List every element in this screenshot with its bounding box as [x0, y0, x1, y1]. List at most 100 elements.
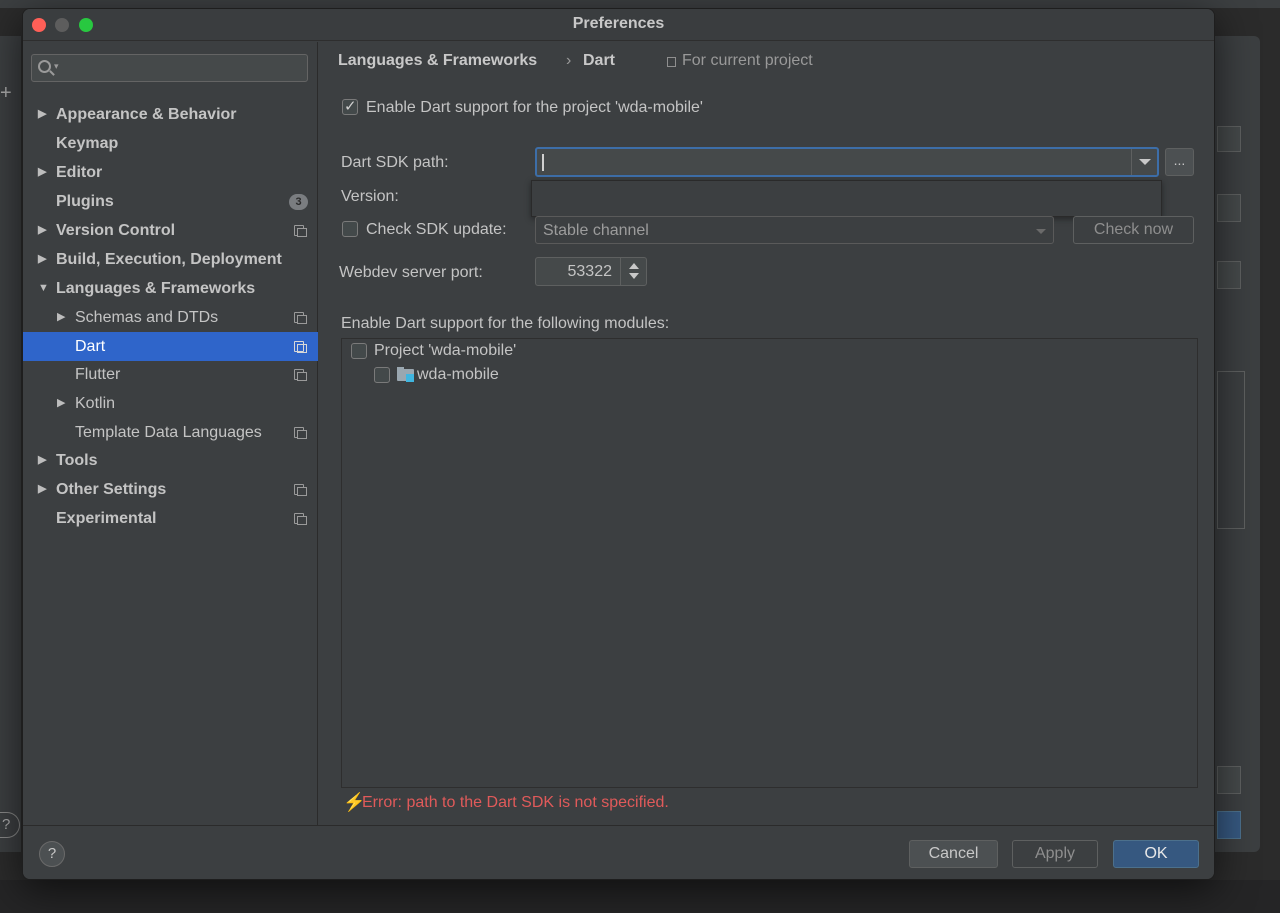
sidebar-item-label: Flutter	[75, 366, 121, 383]
project-scope-icon	[667, 57, 676, 67]
sidebar-item-dart[interactable]: Dart	[23, 332, 318, 361]
expand-arrow-icon[interactable]: ▶	[38, 100, 46, 129]
check-now-button[interactable]: Check now	[1073, 216, 1194, 244]
project-level-icon	[294, 341, 307, 353]
sidebar-item-keymap[interactable]: Keymap	[23, 129, 318, 158]
expand-arrow-icon[interactable]: ▶	[57, 389, 65, 418]
ok-button[interactable]: OK	[1113, 840, 1199, 868]
check-sdk-update-checkbox[interactable]	[342, 221, 358, 237]
sidebar-item-label: Template Data Languages	[75, 424, 262, 441]
sidebar-item-version-control[interactable]: ▶ Version Control	[23, 216, 318, 245]
browse-sdk-button[interactable]: ...	[1165, 148, 1194, 176]
webdev-port-spinner[interactable]: 53322	[535, 257, 647, 286]
increment-icon[interactable]	[629, 263, 639, 269]
background-ide-statusbar	[0, 880, 1280, 913]
sidebar-item-tools[interactable]: ▶ Tools	[23, 446, 318, 475]
modules-tree[interactable]: Project 'wda-mobile' wda-mobile	[341, 338, 1198, 788]
background-primary-button	[1217, 811, 1241, 839]
breadcrumb-separator: ›	[566, 52, 572, 69]
help-button[interactable]: ?	[39, 841, 65, 867]
preferences-dialog: Preferences ▾ ▶ Appearance & Behavior Ke…	[22, 8, 1215, 880]
dialog-footer: ? Cancel Apply OK	[23, 825, 1214, 879]
sidebar-item-other-settings[interactable]: ▶ Other Settings	[23, 475, 318, 504]
modules-label: Enable Dart support for the following mo…	[341, 315, 670, 332]
title-bar: Preferences	[23, 9, 1214, 41]
plugins-update-count-badge: 3	[289, 194, 308, 210]
breadcrumb-parent[interactable]: Languages & Frameworks	[338, 52, 537, 70]
sidebar-item-label: Other Settings	[56, 481, 167, 498]
background-ide-toolbar	[0, 0, 1280, 8]
module-folder-icon	[397, 367, 414, 382]
sidebar-item-label: Schemas and DTDs	[75, 309, 219, 326]
expand-arrow-icon[interactable]: ▶	[38, 216, 46, 245]
background-ide-left-panel	[0, 36, 22, 852]
apply-button[interactable]: Apply	[1012, 840, 1098, 868]
collapse-arrow-icon[interactable]: ▼	[38, 274, 49, 303]
sidebar-item-build-execution-deployment[interactable]: ▶ Build, Execution, Deployment	[23, 245, 318, 274]
webdev-port-value: 53322	[567, 263, 613, 280]
search-icon	[38, 60, 51, 73]
sidebar-item-experimental[interactable]: Experimental	[23, 504, 318, 533]
update-channel-value: Stable channel	[543, 222, 649, 239]
sidebar-item-label: Editor	[56, 164, 103, 181]
project-level-icon	[294, 427, 307, 439]
sidebar-item-label: Build, Execution, Deployment	[56, 251, 282, 268]
background-button	[1217, 766, 1241, 794]
expand-arrow-icon[interactable]: ▶	[38, 446, 46, 475]
sdk-path-dropdown-icon[interactable]	[1131, 149, 1157, 175]
module-checkbox[interactable]	[374, 367, 390, 383]
sidebar-item-label: Kotlin	[75, 395, 116, 412]
sidebar-item-flutter[interactable]: Flutter	[23, 360, 318, 389]
enable-dart-label[interactable]: Enable Dart support for the project 'wda…	[366, 99, 703, 117]
text-cursor	[542, 154, 544, 171]
sdk-path-suggestions-popup[interactable]	[531, 180, 1162, 217]
expand-arrow-icon[interactable]: ▶	[38, 245, 46, 274]
sidebar-item-plugins[interactable]: Plugins 3	[23, 187, 318, 216]
sdk-path-label: Dart SDK path:	[341, 154, 449, 171]
sidebar-item-editor[interactable]: ▶ Editor	[23, 158, 318, 187]
version-label: Version:	[341, 188, 399, 205]
decrement-icon[interactable]	[629, 273, 639, 279]
expand-arrow-icon[interactable]: ▶	[38, 475, 46, 504]
update-channel-select[interactable]: Stable channel	[535, 216, 1054, 244]
check-sdk-update-label[interactable]: Check SDK update:	[366, 221, 507, 239]
expand-arrow-icon[interactable]: ▶	[38, 158, 46, 187]
webdev-port-label: Webdev server port:	[339, 264, 483, 281]
sidebar-item-label: Experimental	[56, 510, 157, 527]
module-label[interactable]: wda-mobile	[417, 366, 499, 384]
background-list	[1217, 371, 1245, 529]
background-field	[1217, 194, 1241, 222]
background-field	[1217, 261, 1241, 289]
project-level-icon	[294, 513, 307, 525]
sidebar-item-label: Dart	[75, 338, 106, 355]
breadcrumb-scope: For current project	[682, 52, 813, 69]
window-title: Preferences	[572, 15, 665, 32]
sidebar-item-label: Tools	[56, 452, 98, 469]
background-ide-right-panel	[1215, 36, 1260, 852]
settings-sidebar: ▾ ▶ Appearance & Behavior Keymap ▶ Edito…	[23, 42, 318, 825]
sidebar-item-languages-frameworks[interactable]: ▼ Languages & Frameworks	[23, 274, 318, 303]
expand-arrow-icon[interactable]: ▶	[57, 303, 65, 332]
search-options-icon[interactable]: ▾	[54, 61, 59, 72]
sidebar-item-label: Languages & Frameworks	[56, 280, 256, 297]
project-module-checkbox[interactable]	[351, 343, 367, 359]
project-level-icon	[294, 484, 307, 496]
background-add-icon: +	[0, 82, 12, 104]
error-text: Error: path to the Dart SDK is not speci…	[362, 794, 669, 811]
sidebar-item-label: Keymap	[56, 135, 119, 152]
sidebar-item-schemas-dtds[interactable]: ▶ Schemas and DTDs	[23, 303, 318, 332]
project-level-icon	[294, 369, 307, 381]
sidebar-item-label: Plugins	[56, 193, 114, 210]
sidebar-item-template-data-languages[interactable]: Template Data Languages	[23, 418, 318, 447]
chevron-down-icon	[1036, 229, 1046, 234]
project-level-icon	[294, 225, 307, 237]
project-level-icon	[294, 312, 307, 324]
sidebar-item-appearance-behavior[interactable]: ▶ Appearance & Behavior	[23, 100, 318, 129]
sidebar-item-kotlin[interactable]: ▶ Kotlin	[23, 389, 318, 418]
sdk-path-input[interactable]	[535, 147, 1159, 177]
port-stepper-arrows[interactable]	[620, 258, 646, 285]
project-module-label[interactable]: Project 'wda-mobile'	[374, 342, 516, 360]
settings-search-input[interactable]: ▾	[31, 54, 308, 82]
cancel-button[interactable]: Cancel	[909, 840, 998, 868]
enable-dart-checkbox[interactable]	[342, 97, 358, 115]
